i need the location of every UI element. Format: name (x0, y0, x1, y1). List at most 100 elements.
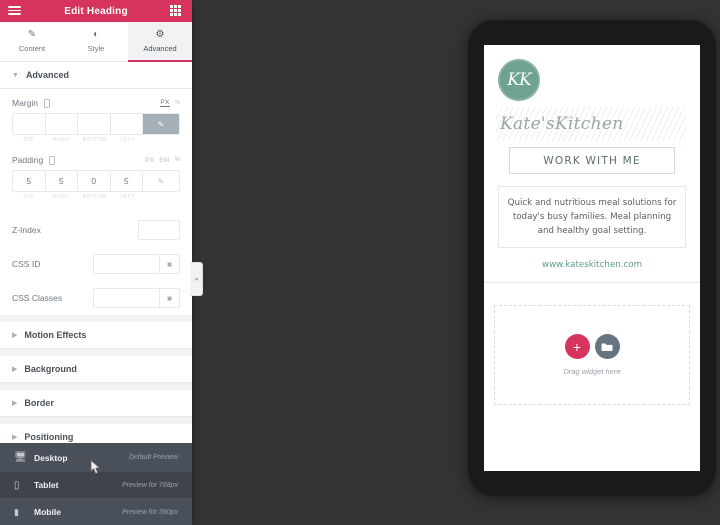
section-background[interactable]: ▶ Background (0, 356, 192, 383)
responsive-device-icon[interactable] (43, 98, 50, 108)
device-desktop-label: Desktop (34, 452, 68, 463)
section-divider (484, 282, 700, 283)
padding-right-input[interactable] (45, 171, 77, 191)
margin-bottom-cell[interactable] (78, 114, 111, 134)
padding-top-input[interactable] (13, 171, 45, 191)
device-tablet-note: Preview for 768px (121, 481, 178, 489)
site-header-area: KK Kate'sKitchen WORK WITH ME Quick and … (484, 45, 700, 282)
padding-left-input[interactable] (110, 171, 142, 191)
margin-right-input[interactable] (45, 114, 77, 134)
chevron-right-icon: ▶ (12, 399, 18, 407)
css-id-input[interactable] (94, 255, 159, 273)
margin-top-cell[interactable] (13, 114, 46, 134)
responsive-device-icon[interactable] (49, 155, 56, 165)
panel-title: Edit Heading (64, 5, 128, 17)
margin-top-input[interactable] (13, 114, 45, 134)
tab-advanced-label: Advanced (143, 44, 177, 53)
device-option-tablet[interactable]: ▯ Tablet Preview for 768px (0, 471, 192, 498)
site-url-link[interactable]: www.kateskitchen.com (498, 260, 686, 282)
margin-left-cell[interactable] (110, 114, 143, 134)
z-index-row: Z-Index (0, 213, 192, 247)
chevron-right-icon: ▶ (12, 331, 18, 339)
padding-unit-em[interactable]: EM (159, 157, 169, 164)
monitor-icon: 🖥 (14, 452, 27, 463)
device-option-desktop[interactable]: 🖥 Desktop Default Preview (0, 444, 192, 471)
margin-unit-percent[interactable]: % (175, 100, 180, 106)
tablet-icon: ▯ (14, 479, 20, 491)
padding-sub-left: LEFT (120, 194, 135, 200)
margin-link-values-toggle[interactable]: ✎ (143, 114, 179, 134)
margin-sub-labels: TOP RIGHT BOTTOM LEFT (12, 137, 180, 143)
margin-bottom-input[interactable] (78, 114, 110, 134)
mobile-icon: ▮ (14, 506, 19, 517)
padding-top-cell[interactable] (13, 171, 46, 191)
tab-content-label: Content (18, 44, 46, 53)
device-option-mobile[interactable]: ▮ Mobile Preview for 360px (0, 498, 192, 525)
collapse-panel-handle[interactable]: ◂ (190, 262, 203, 296)
device-tablet-label: Tablet (34, 480, 59, 490)
work-with-me-button[interactable]: WORK WITH ME (509, 147, 675, 174)
plus-circle-icon[interactable]: + (564, 334, 590, 359)
padding-left-cell[interactable] (110, 171, 143, 191)
section-motion-effects-title: Motion Effects (24, 330, 87, 340)
dynamic-tags-icon[interactable]: ■ (159, 255, 179, 273)
folder-icon[interactable] (594, 334, 620, 359)
css-classes-row: CSS Classes ■ (0, 281, 192, 315)
padding-sub-labels: TOP RIGHT BOTTOM LEFT (12, 194, 180, 200)
padding-unit-px[interactable]: PX (145, 157, 154, 164)
margin-left-input[interactable] (110, 114, 142, 134)
css-classes-label: CSS Classes (12, 293, 63, 303)
preview-viewport: KK Kate'sKitchen WORK WITH ME Quick and … (484, 45, 700, 471)
section-motion-effects[interactable]: ▶ Motion Effects (0, 322, 192, 349)
margin-units: PX % (160, 99, 180, 107)
margin-label-wrap: Margin (12, 98, 50, 108)
padding-control: Padding PX EM % 5 5 0 5 ✎ TOP RIGHT BOTT… (0, 146, 192, 203)
section-background-title: Background (24, 364, 77, 374)
padding-inputs: ✎ (12, 170, 180, 192)
padding-bottom-input[interactable] (78, 171, 110, 191)
chevron-down-icon: ▼ (12, 71, 19, 79)
padding-right-cell[interactable] (45, 171, 78, 191)
panel-spacer (0, 417, 192, 424)
margin-unit-px[interactable]: PX (160, 99, 170, 107)
section-border[interactable]: ▶ Border (0, 390, 192, 417)
dropzone-buttons: + (564, 334, 620, 359)
site-logo[interactable]: KK (498, 59, 540, 101)
folder-glyph (601, 343, 613, 351)
hamburger-icon[interactable] (8, 4, 22, 18)
margin-sub-right: RIGHT (52, 137, 71, 143)
padding-sub-right: RIGHT (52, 194, 71, 200)
padding-sub-spacer (144, 194, 180, 200)
margin-sub-bottom: BOTTOM (82, 137, 107, 143)
z-index-input[interactable] (138, 220, 180, 240)
section-positioning-title: Positioning (24, 432, 74, 442)
padding-unit-percent[interactable]: % (175, 157, 180, 163)
margin-right-cell[interactable] (45, 114, 78, 134)
widget-dropzone[interactable]: + Drag widget here (494, 305, 690, 405)
css-classes-input[interactable] (94, 289, 159, 307)
z-index-label: Z-Index (12, 225, 41, 235)
css-id-row: CSS ID ■ (0, 247, 192, 281)
panel-tabs: ✎ Content ◐ Style ⚙ Advanced (0, 22, 192, 62)
grid-apps-icon[interactable] (170, 4, 184, 18)
padding-bottom-cell[interactable] (78, 171, 111, 191)
css-classes-input-wrap: ■ (93, 288, 180, 308)
margin-label: Margin (12, 98, 38, 108)
section-advanced-header[interactable]: ▼ Advanced (0, 62, 192, 89)
dynamic-tags-icon[interactable]: ■ (159, 289, 179, 307)
margin-inputs: ✎ (12, 113, 180, 135)
device-desktop-note: Default Preview (128, 454, 178, 461)
tab-content[interactable]: ✎ Content (0, 22, 64, 61)
brand-name-wrap: Kate'sKitchen (496, 107, 686, 141)
tab-style-label: Style (87, 44, 105, 53)
tab-style[interactable]: ◐ Style (64, 22, 128, 61)
app-window: Edit Heading ✎ Content ◐ Style ⚙ Advance… (0, 0, 720, 525)
padding-label-wrap: Padding (12, 155, 56, 165)
margin-sub-left: LEFT (120, 137, 135, 143)
device-preview-menu: 🖥 Desktop Default Preview ▯ Tablet Previ… (0, 443, 192, 525)
tab-advanced[interactable]: ⚙ Advanced (128, 22, 192, 62)
padding-link-values-toggle[interactable]: ✎ (143, 171, 179, 191)
panel-spacer (0, 383, 192, 390)
chevron-right-icon: ▶ (12, 433, 18, 441)
elementor-settings-panel: Edit Heading ✎ Content ◐ Style ⚙ Advance… (0, 0, 192, 525)
